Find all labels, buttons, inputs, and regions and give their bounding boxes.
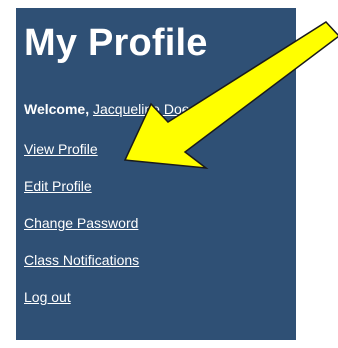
welcome-label: Welcome, xyxy=(24,101,90,117)
menu-item-log-out: Log out xyxy=(24,288,139,325)
menu-item-edit-profile: Edit Profile xyxy=(24,177,139,214)
profile-menu: View Profile Edit Profile Change Passwor… xyxy=(24,140,139,325)
page-title: My Profile xyxy=(24,22,208,64)
change-password-link[interactable]: Change Password xyxy=(24,215,138,231)
menu-item-change-password: Change Password xyxy=(24,214,139,251)
menu-item-view-profile: View Profile xyxy=(24,140,139,177)
edit-profile-link[interactable]: Edit Profile xyxy=(24,178,92,194)
menu-item-class-notifications: Class Notifications xyxy=(24,251,139,288)
view-profile-link[interactable]: View Profile xyxy=(24,141,98,157)
log-out-link[interactable]: Log out xyxy=(24,289,71,305)
class-notifications-link[interactable]: Class Notifications xyxy=(24,252,139,268)
user-name-link[interactable]: Jacqueline Doe xyxy=(93,101,190,117)
welcome-line: Welcome, Jacqueline Doe xyxy=(24,100,190,118)
